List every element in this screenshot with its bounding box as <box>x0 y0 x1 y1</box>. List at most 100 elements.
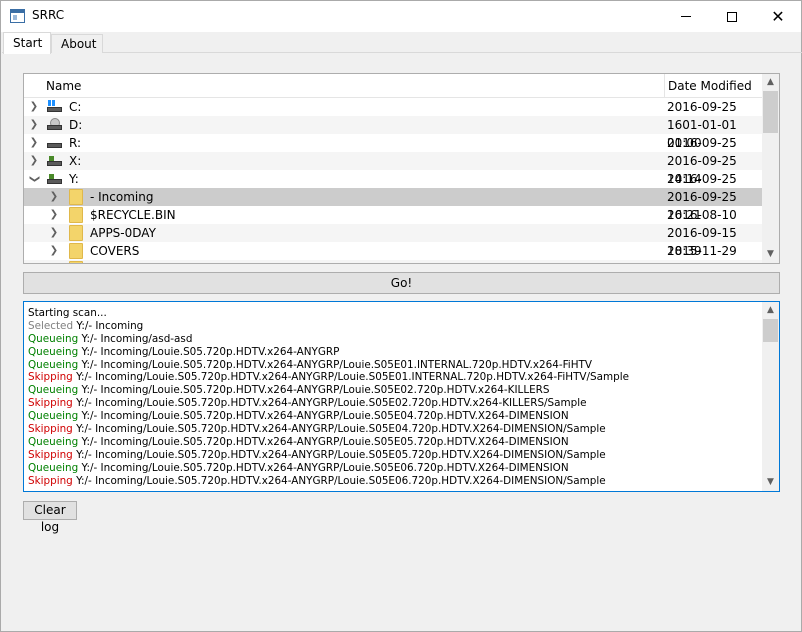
close-button[interactable]: ✕ <box>755 1 801 32</box>
folder-icon <box>69 261 83 263</box>
drive-icon <box>47 136 63 150</box>
log-line: Selected Y:/- Incoming <box>28 320 758 333</box>
minimize-button[interactable] <box>663 1 709 32</box>
tree-row-name: R: <box>69 136 82 150</box>
minimize-icon <box>681 16 691 17</box>
log-text: Y:/- Incoming/Louie.S05.720p.HDTV.x264-A… <box>78 345 340 358</box>
log-line: Queueing Y:/- Incoming/Louie.S05.720p.HD… <box>28 346 758 359</box>
log-text: Y:/- Incoming/Louie.S05.720p.HDTV.x264-A… <box>78 410 569 423</box>
scroll-up-icon[interactable]: ▲ <box>762 302 779 319</box>
log-status: Skipping <box>28 474 73 487</box>
network-drive-icon <box>47 154 63 168</box>
start-tab-pane: Name Date Modified ❯ C: 2016-09-25 14:14… <box>3 53 800 631</box>
log-line: Queueing Y:/- Incoming/Louie.S05.720p.HD… <box>28 462 758 475</box>
tree-row-folder-apps-0day[interactable]: ❯ APPS-0DAY 2016-09-15 18:39 <box>24 224 763 258</box>
log-line: Skipping Y:/- Incoming/Louie.S05.720p.HD… <box>28 449 758 462</box>
column-header-name[interactable]: Name <box>46 74 664 98</box>
log-line: Skipping Y:/- Incoming/Louie.S05.720p.HD… <box>28 397 758 410</box>
log-text: Y:/- Incoming/Louie.S05.720p.HDTV.x264-A… <box>78 358 592 371</box>
tree-row-name: C: <box>69 100 82 114</box>
tree-row-name: $RECYCLE.BIN <box>90 208 176 222</box>
tree-row-drive-y[interactable]: ❯ Y: 2016-09-25 14:14 <box>24 170 763 204</box>
chevron-right-icon[interactable]: ❯ <box>28 98 40 116</box>
log-line: Queueing Y:/- Incoming/Louie.S05.720p.HD… <box>28 359 758 372</box>
log-status: Skipping <box>28 423 73 436</box>
chevron-right-icon[interactable]: ❯ <box>48 242 60 260</box>
log-text: Y:/- Incoming/Louie.S05.720p.HDTV.x264-A… <box>72 448 606 461</box>
title-bar[interactable]: SRRC ✕ <box>1 1 801 32</box>
tree-row-folder-recycle-bin[interactable]: ❯ $RECYCLE.BIN 2016-08-10 01:36 <box>24 206 763 240</box>
maximize-button[interactable] <box>709 1 755 32</box>
log-lines: Starting scan... Selected Y:/- Incoming Qu… <box>28 307 758 487</box>
chevron-right-icon[interactable]: ❯ <box>48 188 60 206</box>
log-line: Starting scan... <box>28 307 758 320</box>
log-text: Y:/- Incoming/Louie.S05.720p.HDTV.x264-A… <box>72 397 587 410</box>
log-status: Queueing <box>28 358 79 371</box>
chevron-right-icon[interactable]: ❯ <box>48 206 60 224</box>
tree-row-folder-incoming[interactable]: ❯ - Incoming 2016-09-25 16:21 <box>24 188 763 222</box>
chevron-right-icon[interactable]: ❯ <box>28 152 40 170</box>
tree-rows: ❯ C: 2016-09-25 14:14 ❯ D: 1601-01-01 01… <box>24 98 763 263</box>
clear-log-button[interactable]: Clear log <box>23 501 77 534</box>
tab-about[interactable]: About <box>51 34 103 53</box>
tree-row-drive-d[interactable]: ❯ D: 1601-01-01 01:00 <box>24 116 763 150</box>
log-status: Queueing <box>28 461 79 474</box>
log-line: Skipping Y:/- Incoming/Louie.S05.720p.HD… <box>28 371 758 384</box>
log-text: Y:/- Incoming/Louie.S05.720p.HDTV.x264-A… <box>72 423 606 436</box>
log-text: Y:/- Incoming/Louie.S05.720p.HDTV.x264-A… <box>78 384 550 397</box>
log-scrollbar[interactable]: ▲ ▼ <box>762 302 779 491</box>
log-line: Skipping Y:/- Incoming/Louie.S05.720p.HD… <box>28 423 758 436</box>
log-line: Queueing Y:/- Incoming/Louie.S05.720p.HD… <box>28 410 758 423</box>
column-header-date-modified[interactable]: Date Modified <box>664 74 763 98</box>
scroll-down-icon[interactable]: ▼ <box>762 474 779 491</box>
windows-drive-icon <box>47 100 63 114</box>
close-icon: ✕ <box>771 6 785 26</box>
tree-row-name: APPS-0DAY <box>90 226 156 240</box>
scroll-up-icon[interactable]: ▲ <box>762 74 779 91</box>
tree-row-name: D: <box>69 118 83 132</box>
log-status: Queueing <box>28 410 79 423</box>
tree-row-name: COVERS <box>90 244 140 258</box>
log-status: Queueing <box>28 332 79 345</box>
go-button[interactable]: Go! <box>23 272 780 294</box>
log-output[interactable]: Starting scan... Selected Y:/- Incoming Qu… <box>23 301 780 492</box>
scroll-down-icon[interactable]: ▼ <box>762 246 779 263</box>
folder-icon <box>69 225 83 241</box>
log-line: Queueing Y:/- Incoming/Louie.S05.720p.HD… <box>28 384 758 397</box>
tree-row-drive-x[interactable]: ❯ X: 2016-09-25 14:14 <box>24 152 763 186</box>
tree-row-partial[interactable] <box>24 260 763 263</box>
folder-icon <box>69 189 83 205</box>
chevron-right-icon[interactable]: ❯ <box>28 116 40 134</box>
log-text: Y:/- Incoming <box>73 319 144 332</box>
tab-start[interactable]: Start <box>3 32 51 54</box>
folder-icon <box>69 243 83 259</box>
app-window: SRRC ✕ Start About Name Date Modified ❯ <box>0 0 802 632</box>
tree-header: Name Date Modified <box>24 74 763 98</box>
log-status: Skipping <box>28 448 73 461</box>
log-scrollbar-thumb[interactable] <box>763 319 778 342</box>
tree-row-drive-r[interactable]: ❯ R: 2016-09-25 14:14 <box>24 134 763 168</box>
chevron-down-icon[interactable]: ❯ <box>25 173 43 185</box>
log-status: Queueing <box>28 345 79 358</box>
tree-row-drive-c[interactable]: ❯ C: 2016-09-25 14:14 <box>24 98 763 132</box>
window-title: SRRC <box>32 8 65 22</box>
log-text: Y:/- Incoming/asd-asd <box>78 332 193 345</box>
tree-row-name: X: <box>69 154 82 168</box>
log-status: Selected <box>28 319 74 332</box>
chevron-right-icon[interactable]: ❯ <box>28 134 40 152</box>
log-line: Queueing Y:/- Incoming/asd-asd <box>28 333 758 346</box>
tree-scrollbar-thumb[interactable] <box>763 91 778 133</box>
file-tree[interactable]: Name Date Modified ❯ C: 2016-09-25 14:14… <box>23 73 780 264</box>
tree-row-name: Y: <box>69 172 79 186</box>
chevron-right-icon[interactable]: ❯ <box>48 224 60 242</box>
tree-row-name: - Incoming <box>90 190 154 204</box>
cd-drive-icon <box>47 118 63 132</box>
tree-scrollbar[interactable]: ▲ ▼ <box>762 74 779 263</box>
log-status: Queueing <box>28 435 79 448</box>
log-status: Queueing <box>28 384 79 397</box>
tab-bar: Start About <box>2 32 802 54</box>
maximize-icon <box>727 11 737 22</box>
log-line: Queueing Y:/- Incoming/Louie.S05.720p.HD… <box>28 436 758 449</box>
log-text: Y:/- Incoming/Louie.S05.720p.HDTV.x264-A… <box>78 461 569 474</box>
tree-row-folder-covers[interactable]: ❯ COVERS 2015-11-29 11:00 <box>24 242 763 263</box>
